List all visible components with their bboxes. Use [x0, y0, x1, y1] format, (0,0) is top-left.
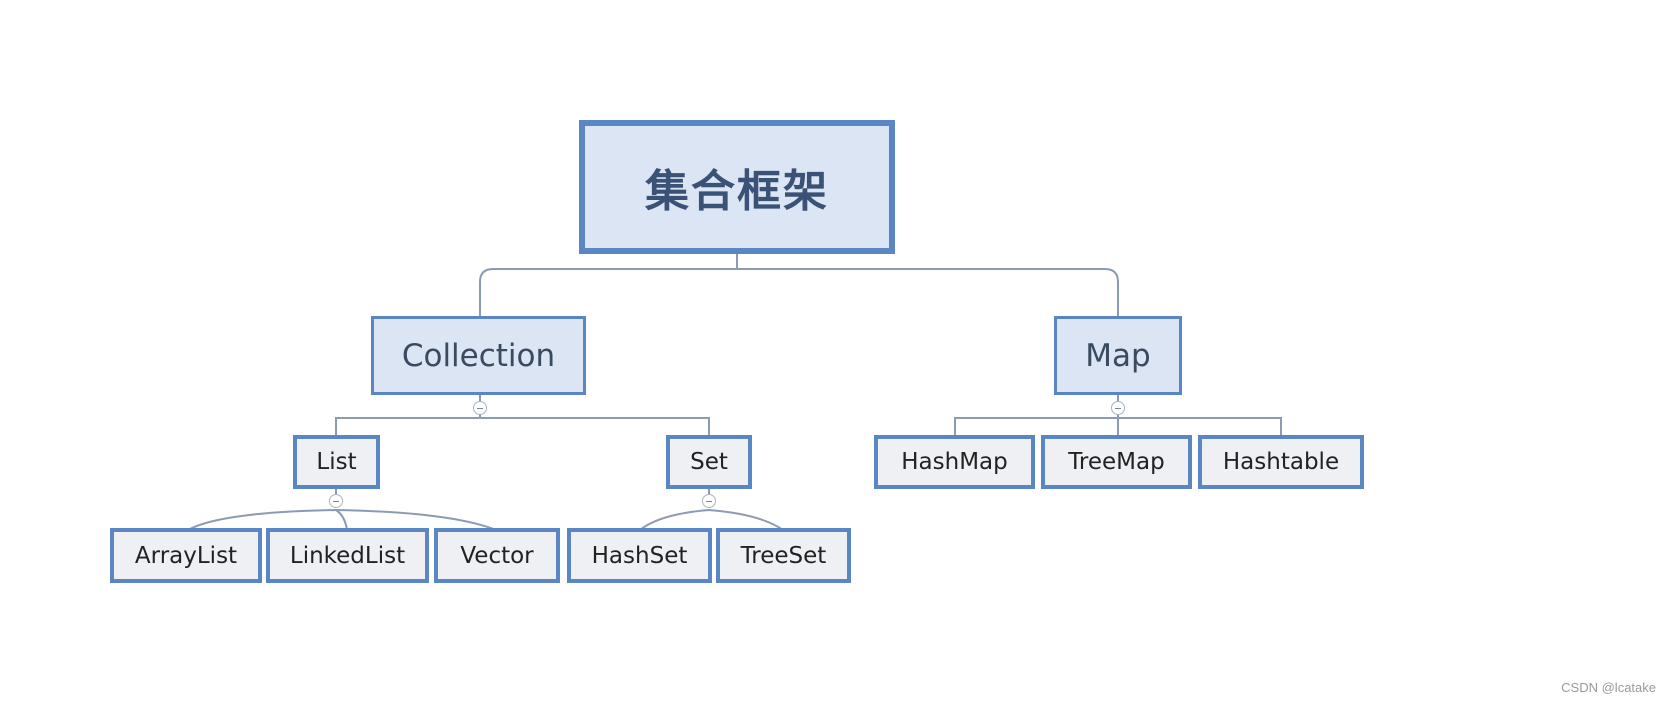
node-list-label: List: [316, 449, 357, 475]
collapse-toggle-list[interactable]: [329, 494, 343, 508]
watermark: CSDN @lcatake: [1561, 680, 1656, 695]
node-treeset-label: TreeSet: [740, 542, 827, 569]
node-hashset[interactable]: HashSet: [567, 528, 712, 583]
edge-collection-to-children: [335, 394, 710, 438]
node-linkedlist-label: LinkedList: [289, 542, 406, 569]
collapse-toggle-map[interactable]: [1111, 401, 1125, 415]
node-root[interactable]: 集合框架: [579, 120, 895, 254]
node-treemap[interactable]: TreeMap: [1041, 435, 1192, 489]
node-hashmap-label: HashMap: [901, 449, 1008, 475]
node-set-label: Set: [690, 449, 728, 475]
node-list[interactable]: List: [293, 435, 380, 489]
node-collection[interactable]: Collection: [371, 316, 586, 395]
node-arraylist-label: ArrayList: [134, 542, 238, 569]
node-root-label: 集合框架: [645, 166, 829, 217]
node-linkedlist[interactable]: LinkedList: [266, 528, 429, 583]
node-vector[interactable]: Vector: [434, 528, 560, 583]
node-map[interactable]: Map: [1054, 316, 1182, 395]
node-set[interactable]: Set: [666, 435, 752, 489]
node-collection-label: Collection: [401, 337, 556, 374]
node-hashtable-label: Hashtable: [1222, 449, 1340, 475]
node-map-label: Map: [1085, 337, 1151, 374]
node-hashtable[interactable]: Hashtable: [1198, 435, 1364, 489]
collapse-toggle-collection[interactable]: [473, 401, 487, 415]
connector-lines: [187, 253, 1282, 531]
node-hashmap[interactable]: HashMap: [874, 435, 1035, 489]
node-treeset[interactable]: TreeSet: [716, 528, 851, 583]
node-vector-label: Vector: [460, 542, 534, 569]
node-arraylist[interactable]: ArrayList: [110, 528, 262, 583]
collapse-toggle-set[interactable]: [702, 494, 716, 508]
edge-root-to-level1: [479, 253, 1119, 318]
edge-list-to-children: [187, 488, 497, 531]
node-hashset-label: HashSet: [591, 542, 688, 569]
node-treemap-label: TreeMap: [1068, 449, 1165, 475]
